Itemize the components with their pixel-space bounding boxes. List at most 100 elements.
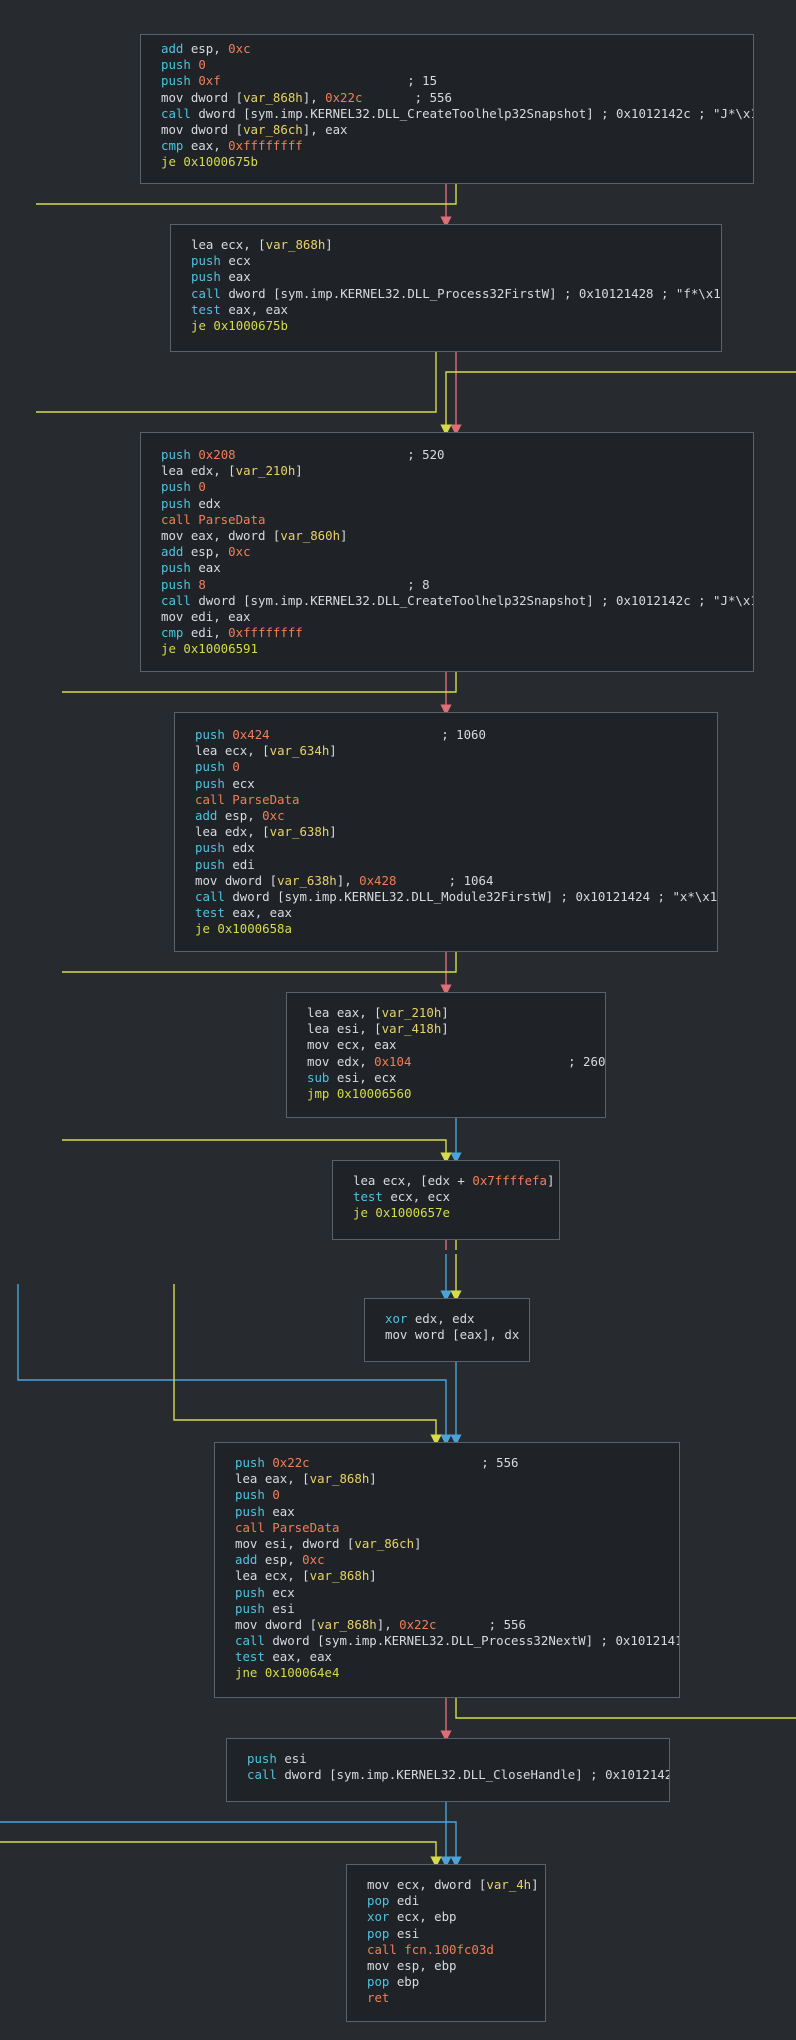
asm-token: ] [546,1173,555,1188]
block-b6[interactable]: xor edx, edx mov word [eax], dx [364,1298,530,1362]
asm-token: ecx [232,775,255,791]
asm-token: ; 556 [309,1455,519,1470]
asm-token: jmp 0x10006560 [307,1085,412,1101]
edge-b2-exit [62,672,457,693]
asm-line: test eax, eax [191,302,721,318]
asm-line: lea eax, [var_210h] [307,1005,605,1021]
block-b0[interactable]: add esp, 0xc push 0 push 0xf ; 15 mov dword… [140,34,754,184]
asm-line: call ParseData [161,512,753,528]
asm-token: edx, edx [414,1311,475,1326]
block-b5[interactable]: lea ecx, [edx + 0x7ffffefa] test ecx, ecx… [332,1160,560,1240]
asm-token: lea eax, [ [307,1005,382,1020]
asm-line: add esp, 0xc [235,1552,679,1568]
asm-token: call [191,285,229,301]
asm-token: push [161,479,199,495]
asm-token: mov dword [ [161,121,244,137]
asm-token: lea edx, [ [161,463,236,479]
asm-token: je 0x10006591 [161,641,258,657]
asm-token: ], [336,872,360,888]
asm-token: ], [376,1616,400,1632]
asm-token: ] [441,1005,449,1020]
asm-token: push [195,840,233,856]
asm-token: var_638h [269,824,330,840]
asm-line: lea ecx, [var_868h] [235,1568,679,1584]
asm-line: push eax [191,269,721,285]
asm-token: esp, [224,807,263,823]
asm-token: ] [369,1471,377,1487]
asm-token: sub [307,1069,337,1085]
asm-token: call [247,1767,285,1783]
asm-token: 0xc [302,1552,325,1568]
asm-token: pop [367,1974,397,1990]
asm-token: eax [228,269,251,285]
block-b1[interactable]: lea ecx, [var_868h] push ecx push eax call … [170,224,722,352]
asm-token: dword [sym.imp.KERNEL32.DLL_Process32Fir… [228,285,722,301]
asm-token: pop [367,1893,397,1909]
asm-token: ], eax [302,121,348,137]
asm-token: push [161,560,199,576]
asm-line: push 0x208 ; 520 [161,447,753,463]
asm-line: lea edx, [var_638h] [195,824,717,840]
block-b8[interactable]: push esi call dword [sym.imp.KERNEL32.DLL… [226,1738,670,1802]
asm-line: pop esi [367,1926,545,1942]
asm-token: push [195,775,233,791]
edge-b7-loop [455,1698,796,1719]
asm-token: lea edx, [ [195,824,270,840]
asm-token: mov dword [ [195,872,278,888]
asm-line: push 0 [161,57,753,73]
block-b2[interactable]: push 0x208 ; 520 lea edx, [var_210h] push … [140,432,754,672]
asm-line: push 0 [161,479,753,495]
asm-token: 0 [272,1487,280,1503]
asm-token: var_860h [280,527,341,543]
asm-token: je 0x1000675b [191,317,288,333]
asm-token: edx [232,840,255,856]
asm-token: call [195,888,233,904]
block-b7[interactable]: push 0x22c ; 556 lea eax, [var_868h] push … [214,1442,680,1698]
asm-token: call fcn.100fc03d [367,1941,494,1957]
asm-token: jne 0x100064e4 [235,1665,340,1681]
asm-line: je 0x1000675b [161,154,753,170]
asm-token: mov esi, dword [ [235,1535,355,1551]
asm-token: add [161,41,191,56]
asm-token: 0 [232,759,240,775]
asm-line: mov edi, eax [161,609,753,625]
asm-line: lea ecx, [var_868h] [191,237,721,253]
asm-token: ], [302,89,326,105]
asm-line: add esp, 0xc [195,808,717,824]
asm-token: cmp [161,138,191,154]
asm-line: call fcn.100fc03d [367,1942,545,1958]
asm-token: esi, ecx [336,1069,397,1085]
asm-line: mov dword [var_638h], 0x428 ; 1064 [195,873,717,889]
asm-line: mov dword [var_868h], 0x22c ; 556 [161,90,753,106]
asm-line: call dword [sym.imp.KERNEL32.DLL_Module3… [195,889,717,905]
asm-token: 0x22c [325,89,363,105]
asm-token: 0x428 [359,872,397,888]
asm-token: ecx [228,253,251,269]
block-b9[interactable]: mov ecx, dword [var_4h] pop edi xor ecx, e… [346,1864,546,2022]
asm-token: ] [329,743,337,759]
asm-token: mov esp, ebp [367,1957,457,1973]
asm-token: lea ecx, [ [235,1568,310,1584]
asm-line: pop edi [367,1893,545,1909]
asm-token: var_868h [309,1471,370,1487]
asm-token: push [195,727,233,742]
asm-line: push 0 [195,759,717,775]
asm-line: mov ecx, dword [var_4h] [367,1877,545,1893]
asm-token: push [195,759,233,775]
block-b3[interactable]: push 0x424 ; 1060 lea ecx, [var_634h] push… [174,712,718,952]
asm-token: test [235,1649,273,1665]
asm-line: je 0x1000675b [191,318,721,334]
asm-token: push [161,447,199,462]
asm-token: dword [sym.imp.KERNEL32.DLL_CreateToolhe… [198,592,754,608]
asm-line: push 0x424 ; 1060 [195,727,717,743]
asm-token: dword [sym.imp.KERNEL32.DLL_Process32Nex… [272,1633,680,1649]
asm-token: push [161,576,199,592]
asm-token: eax, eax [228,301,288,317]
asm-token: var_868h [243,89,303,105]
asm-line: call dword [sym.imp.KERNEL32.DLL_Process… [235,1633,679,1649]
asm-line: push edx [161,496,753,512]
asm-token: pop [367,1925,397,1941]
asm-token: push [191,269,229,285]
asm-token: ecx, ebp [396,1909,457,1925]
block-b4[interactable]: lea eax, [var_210h] lea esi, [var_418h] mo… [286,992,606,1118]
